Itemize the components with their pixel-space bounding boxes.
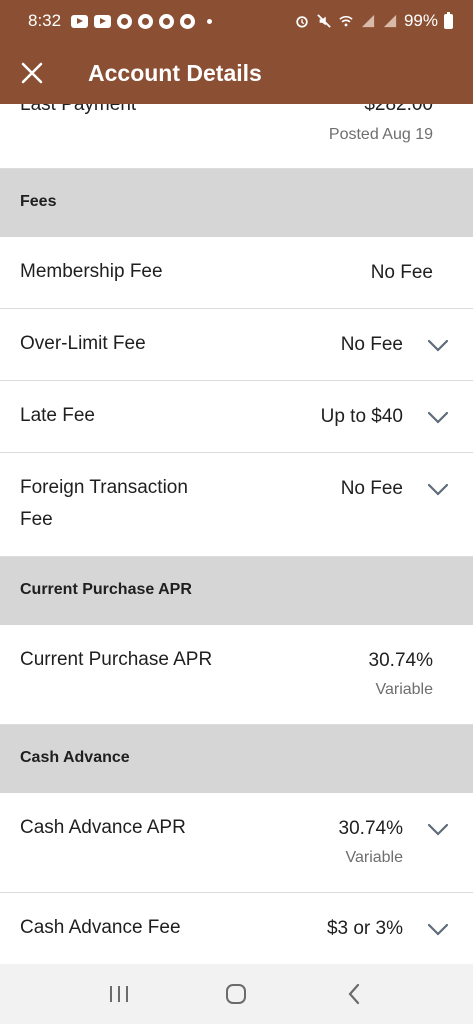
fee-label: Late Fee [20,405,95,426]
fee-row-membership: Membership Fee No Fee [0,237,473,309]
fee-row-late[interactable]: Late Fee Up to $40 [0,381,473,453]
chevron-down-icon[interactable] [427,923,449,937]
fee-row-foreign-transaction[interactable]: Foreign Transaction Fee No Fee [0,453,473,557]
chrome-icon [117,13,133,29]
apr-label: Current Purchase APR [20,649,213,670]
fee-value: No Fee [340,334,403,355]
battery-percent: 99% [403,11,438,30]
cash-advance-fee-row[interactable]: Cash Advance Fee $3 or 3% [0,893,473,964]
fee-label: Over-Limit Fee [20,333,146,354]
section-header-purchase-apr: Current Purchase APR [0,557,473,625]
purchase-apr-row: Current Purchase APR 30.74% Variable [0,625,473,725]
battery-icon [444,11,453,29]
recent-apps-button[interactable] [99,974,139,1014]
close-icon [21,62,43,84]
close-button[interactable] [0,42,64,104]
fee-label-line1: Foreign Transaction [20,477,188,498]
youtube-icon [94,14,112,28]
back-icon [348,983,360,1005]
last-payment-row: Last Payment $282.00 Posted Aug 19 [0,104,473,169]
page-title: Account Details [88,59,262,86]
account-details-list[interactable]: Last Payment $282.00 Posted Aug 19 Fees … [0,104,473,964]
chrome-icon [180,13,196,29]
fee-value: No Fee [340,478,403,499]
signal-icon [383,14,397,28]
fee-row-over-limit[interactable]: Over-Limit Fee No Fee [0,309,473,381]
youtube-icon [71,14,89,28]
apr-type: Variable [345,849,403,866]
section-title: Current Purchase APR [20,581,192,598]
mute-icon [317,14,331,28]
chevron-down-icon[interactable] [427,339,449,353]
fee-value: No Fee [370,262,433,283]
section-header-cash-advance: Cash Advance [0,725,473,793]
signal-icon [361,14,375,28]
section-title: Fees [20,193,57,210]
chevron-down-icon[interactable] [427,483,449,497]
cash-advance-apr-row[interactable]: Cash Advance APR 30.74% Variable [0,793,473,893]
chevron-down-icon[interactable] [427,411,449,425]
fee-value: $3 or 3% [326,918,403,939]
home-icon [226,984,247,1004]
notification-dot-icon [207,18,213,24]
status-time: 8:32 [28,11,62,30]
chrome-icon [159,13,175,29]
fee-label: Membership Fee [20,261,163,282]
chrome-icon [138,13,154,29]
wifi-icon [339,15,353,27]
section-title: Cash Advance [20,749,130,766]
apr-label: Cash Advance APR [20,817,186,838]
apr-type: Variable [375,681,433,698]
fee-value: Up to $40 [320,406,403,427]
status-bar: 8:32 99% [0,0,473,42]
apr-value: 30.74% [368,650,433,671]
alarm-icon [296,16,308,28]
last-payment-posted: Posted Aug 19 [328,126,433,143]
last-payment-value: $282.00 [364,104,433,115]
chevron-down-icon[interactable] [427,823,449,837]
fee-label-line2: Fee [20,509,53,530]
section-header-fees: Fees [0,169,473,237]
fee-label: Cash Advance Fee [20,917,181,938]
recent-apps-icon [109,986,128,1002]
back-button[interactable] [334,974,374,1014]
system-nav-bar [0,964,473,1024]
last-payment-label: Last Payment [20,104,137,115]
app-bar: Account Details [0,42,473,104]
apr-value: 30.74% [338,818,403,839]
home-button[interactable] [216,974,256,1014]
